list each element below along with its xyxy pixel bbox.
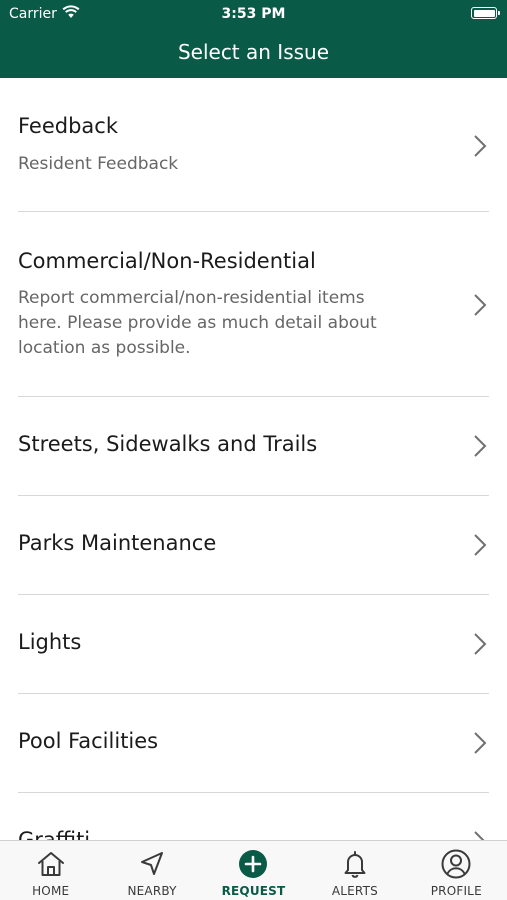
- tab-label: HOME: [32, 884, 70, 898]
- profile-icon: [441, 849, 471, 879]
- list-item-feedback[interactable]: Feedback Resident Feedback: [0, 78, 507, 212]
- chevron-right-icon: [474, 831, 485, 840]
- list-item-pool[interactable]: Pool Facilities: [0, 694, 507, 793]
- list-item-streets[interactable]: Streets, Sidewalks and Trails: [0, 397, 507, 496]
- tab-nearby[interactable]: NEARBY: [101, 841, 202, 900]
- list-item-subtitle: Report commercial/non-residential items …: [18, 288, 377, 358]
- plus-circle-icon: [239, 850, 268, 878]
- chevron-right-icon: [474, 732, 487, 754]
- list-item-subtitle: Resident Feedback: [18, 154, 179, 174]
- chevron-right-icon: [474, 534, 487, 556]
- home-icon: [37, 852, 64, 876]
- page-title: Select an Issue: [177, 40, 330, 64]
- tab-label: REQUEST: [221, 884, 286, 898]
- tab-request[interactable]: REQUEST: [203, 841, 304, 900]
- list-item-title: Pool Facilities: [18, 729, 159, 753]
- tab-label: NEARBY: [127, 884, 177, 898]
- chevron-right-icon: [474, 294, 487, 316]
- list-item-title: Graffiti: [18, 828, 91, 840]
- tab-label: PROFILE: [430, 884, 482, 898]
- list-item-title: Commercial/Non-Residential: [18, 249, 316, 273]
- tab-bar: HOME NEARBY REQUEST ALERTS PROFILE: [0, 840, 507, 900]
- list-item-commercial[interactable]: Commercial/Non-Residential Report commer…: [0, 212, 507, 397]
- tab-alerts[interactable]: ALERTS: [304, 841, 405, 900]
- list-item-graffiti[interactable]: Graffiti: [0, 793, 507, 840]
- list-item-title: Parks Maintenance: [18, 531, 217, 555]
- list-item-title: Feedback: [18, 114, 119, 138]
- battery-icon: [471, 7, 500, 19]
- chevron-right-icon: [474, 135, 487, 157]
- tab-profile[interactable]: PROFILE: [406, 841, 507, 900]
- chevron-right-icon: [474, 633, 487, 655]
- status-bar: Carrier 3:53 PM: [0, 0, 507, 28]
- status-time: 3:53 PM: [221, 6, 286, 22]
- tab-home[interactable]: HOME: [0, 841, 101, 900]
- list-item-lights[interactable]: Lights: [0, 595, 507, 694]
- location-arrow-icon: [141, 852, 164, 875]
- tab-label: ALERTS: [331, 884, 378, 898]
- bell-icon: [344, 851, 366, 878]
- list-item-title: Lights: [18, 630, 82, 654]
- issue-list[interactable]: Feedback Resident Feedback Commercial/No…: [0, 78, 507, 840]
- chevron-right-icon: [474, 435, 487, 457]
- list-item-title: Streets, Sidewalks and Trails: [18, 432, 318, 456]
- navigation-bar: Select an Issue: [0, 28, 507, 78]
- list-item-parks[interactable]: Parks Maintenance: [0, 496, 507, 595]
